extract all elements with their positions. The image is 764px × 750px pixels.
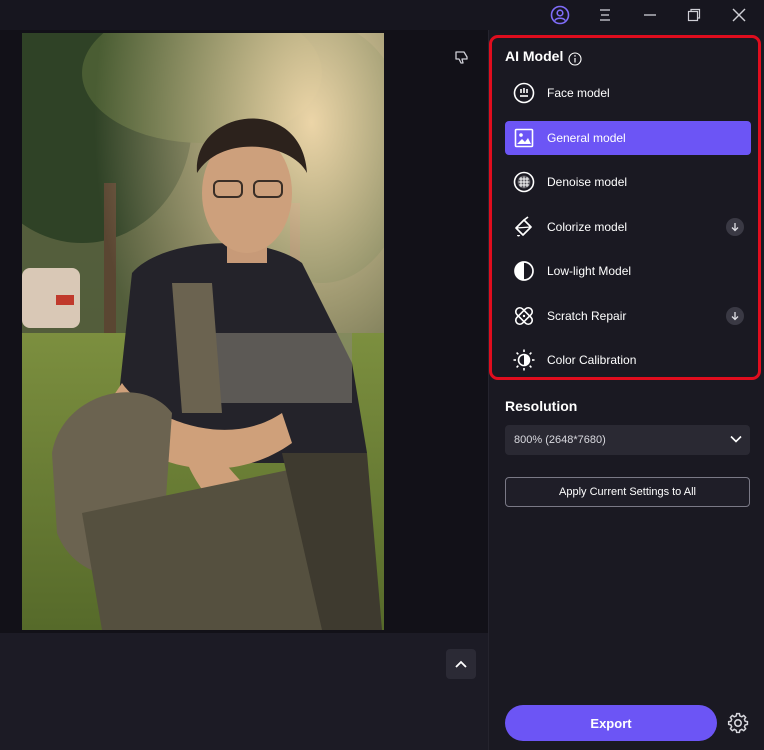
- apply-settings-to-all-button[interactable]: Apply Current Settings to All: [505, 477, 750, 507]
- title-bar: [0, 0, 764, 30]
- gear-icon[interactable]: [726, 711, 750, 735]
- model-label: Colorize model: [547, 220, 628, 234]
- preview-photo: [22, 33, 384, 630]
- preview-canvas: [0, 30, 488, 633]
- download-icon[interactable]: [726, 218, 744, 236]
- model-item-color-calibration[interactable]: Color Calibration: [505, 343, 751, 377]
- close-icon[interactable]: [727, 3, 751, 27]
- canvas-bottom-strip: [0, 633, 488, 750]
- app-window: AI Model Face model General model Denois…: [0, 0, 764, 750]
- contrast-icon: [513, 260, 535, 282]
- face-icon: [513, 82, 535, 104]
- model-label: Denoise model: [547, 175, 628, 189]
- brightness-icon: [513, 349, 535, 371]
- thumbs-down-icon[interactable]: [452, 47, 472, 67]
- user-account-icon[interactable]: [548, 3, 572, 27]
- model-item-general[interactable]: General model: [505, 121, 751, 155]
- model-label: Color Calibration: [547, 353, 637, 367]
- chevron-up-icon[interactable]: [446, 649, 476, 679]
- info-icon[interactable]: [568, 52, 582, 66]
- ai-model-section: AI Model Face model General model Denois…: [489, 35, 761, 380]
- paint-bucket-icon: [513, 216, 535, 238]
- minimize-icon[interactable]: [638, 3, 662, 27]
- image-icon: [513, 127, 535, 149]
- download-icon[interactable]: [726, 307, 744, 325]
- denoise-icon: [513, 171, 535, 193]
- resolution-value: 800% (2648*7680): [514, 434, 606, 446]
- restore-icon[interactable]: [682, 3, 706, 27]
- resolution-title: Resolution: [505, 398, 578, 414]
- resolution-select[interactable]: 800% (2648*7680): [505, 425, 750, 455]
- model-label: Low-light Model: [547, 264, 632, 278]
- settings-panel: AI Model Face model General model Denois…: [489, 30, 764, 750]
- model-label: Scratch Repair: [547, 309, 627, 323]
- model-item-face[interactable]: Face model: [505, 76, 751, 110]
- model-item-low-light[interactable]: Low-light Model: [505, 254, 751, 288]
- model-item-denoise[interactable]: Denoise model: [505, 165, 751, 199]
- ai-model-title: AI Model: [505, 48, 564, 64]
- chevron-down-icon: [730, 434, 742, 446]
- menu-icon[interactable]: [593, 3, 617, 27]
- model-item-colorize[interactable]: Colorize model: [505, 210, 751, 244]
- model-label: General model: [547, 131, 626, 145]
- bandage-icon: [513, 305, 535, 327]
- model-label: Face model: [547, 86, 610, 100]
- model-item-scratch-repair[interactable]: Scratch Repair: [505, 299, 751, 333]
- export-button[interactable]: Export: [505, 705, 717, 741]
